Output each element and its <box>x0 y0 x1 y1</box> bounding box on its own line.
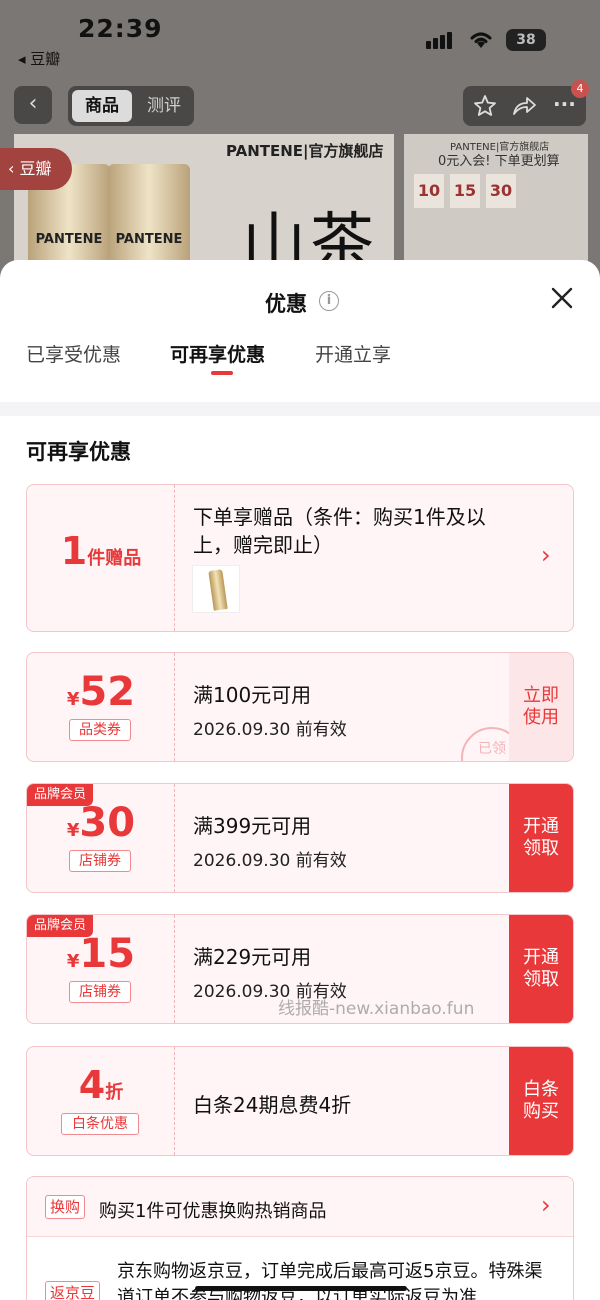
activate-claim-button[interactable]: 开通领取 <box>509 915 573 1023</box>
thumb-subtitle: 0元入会! 下单更划算 <box>438 154 560 169</box>
activate-claim-label: 开通领取 <box>523 947 559 990</box>
tab-review[interactable]: 测评 <box>140 90 188 122</box>
star-icon[interactable] <box>473 94 497 118</box>
currency-symbol: ¥ <box>66 820 80 841</box>
gift-unit: 件赠品 <box>87 548 142 569</box>
gift-amount: 1件赠品 <box>27 529 175 573</box>
section-divider <box>0 402 600 416</box>
baitiao-condition: 白条24期息费4折 <box>193 1093 352 1117</box>
coupon-value: 30 <box>79 800 136 846</box>
currency-symbol: ¥ <box>66 689 80 710</box>
exchange-text: 购买1件可优惠换购热销商品 <box>99 1201 327 1222</box>
gift-count: 1 <box>60 529 88 573</box>
discount-sheet: 优惠 i 已享受优惠 可再享优惠 开通立享 可再享优惠 1件赠品 下单享赠品（条… <box>0 260 600 1300</box>
activate-claim-button[interactable]: 开通领取 <box>509 784 573 892</box>
baitiao-buy-button[interactable]: 白条购买 <box>509 1047 573 1155</box>
more-icon[interactable]: ··· <box>553 92 576 116</box>
coupon-condition: 满399元可用 <box>193 814 312 838</box>
product-segment-control: 商品 测评 <box>68 86 194 126</box>
promo-list-card: 换购 购买1件可优惠换购热销商品 › 返京豆 京东购物返京豆，订单完成后最高可返… <box>26 1176 574 1300</box>
gift-product-image[interactable] <box>192 565 240 613</box>
coupon-condition: 满229元可用 <box>193 945 312 969</box>
thumb-value: 15 <box>450 174 480 208</box>
exchange-promo-row[interactable]: 换购 购买1件可优惠换购热销商品 › <box>27 1177 573 1237</box>
chevron-right-icon[interactable]: › <box>541 541 551 569</box>
status-time: 22:39 <box>78 14 163 43</box>
sheet-title: 优惠 <box>265 292 307 316</box>
share-icon[interactable] <box>511 94 537 118</box>
info-icon[interactable]: i <box>319 291 339 311</box>
coupon-type-tag: 店铺券 <box>69 981 131 1003</box>
coupon-condition: 满100元可用 <box>193 683 312 707</box>
tube-label: PANTENE <box>35 232 103 247</box>
currency-symbol: ¥ <box>66 951 80 972</box>
back-to-app-link[interactable]: ◂ 豆瓣 <box>18 48 60 69</box>
nav-back-button[interactable]: ‹ <box>14 86 52 124</box>
exchange-tag: 换购 <box>45 1195 86 1219</box>
activate-claim-label: 开通领取 <box>523 816 559 859</box>
coupon-card-30[interactable]: 品牌会员 ¥30 店铺券 满399元可用 2026.09.30 前有效 开通领取 <box>26 783 574 893</box>
coupon-expiry: 2026.09.30 前有效 <box>193 851 347 871</box>
close-icon[interactable] <box>548 284 576 312</box>
discount-value: 4 <box>78 1063 106 1107</box>
chevron-right-icon[interactable]: › <box>541 1191 551 1219</box>
baitiao-type-tag: 白条优惠 <box>61 1113 139 1135</box>
notification-badge: 4 <box>571 80 589 98</box>
wifi-icon <box>470 32 492 48</box>
use-now-label: 立即使用 <box>523 685 559 728</box>
active-tab-indicator <box>211 371 233 375</box>
tab-available[interactable]: 可再享优惠 <box>170 340 265 367</box>
tube-label: PANTENE <box>115 232 183 247</box>
gift-description: 下单享赠品（条件：购买1件及以上，赠完即止） <box>193 505 486 557</box>
coupon-value: 52 <box>79 669 136 715</box>
gift-offer-card[interactable]: 1件赠品 下单享赠品（条件：购买1件及以上，赠完即止） › <box>26 484 574 632</box>
status-bar: 22:39 ◂ 豆瓣 38 <box>0 0 600 80</box>
product-page-background: 22:39 ◂ 豆瓣 38 ‹ 商品 测评 ··· 4 PANTENE|官方旗舰… <box>0 0 600 300</box>
coupon-type-tag: 店铺券 <box>69 850 131 872</box>
jingdou-tag: 返京豆 <box>45 1281 101 1300</box>
baitiao-buy-label: 白条购买 <box>523 1079 559 1122</box>
coupon-amount: ¥30 <box>27 800 175 846</box>
jingdou-text: 京东购物返京豆，订单完成后最高可返5京豆。特殊渠道订单不参与购物返豆，以订单实际… <box>117 1261 543 1300</box>
home-indicator[interactable] <box>195 1286 407 1291</box>
douban-back-pill[interactable]: ‹ 豆瓣 <box>0 148 72 190</box>
signal-icon <box>426 32 452 49</box>
thumb-value: 30 <box>486 174 516 208</box>
coupon-value: 15 <box>79 931 136 977</box>
use-now-button[interactable]: 立即使用 <box>509 653 573 761</box>
nav-tools: ··· <box>463 86 586 126</box>
discount-unit: 折 <box>105 1082 124 1103</box>
tab-activate[interactable]: 开通立享 <box>315 340 391 367</box>
battery-icon: 38 <box>506 29 546 51</box>
coupon-amount: ¥52 <box>27 669 175 715</box>
banner-store-name: PANTENE|官方旗舰店 <box>226 142 384 160</box>
coupon-type-tag: 品类券 <box>69 719 131 741</box>
coupon-expiry: 2026.09.30 前有效 <box>193 720 347 740</box>
thumb-coupon-values: 10 15 30 <box>414 174 516 208</box>
tab-enjoyed[interactable]: 已享受优惠 <box>26 340 121 367</box>
coupon-card-52[interactable]: ¥52 品类券 满100元可用 2026.09.30 前有效 已领 立即使用 <box>26 652 574 762</box>
baitiao-amount: 4折 <box>27 1063 175 1107</box>
thumb-value: 10 <box>414 174 444 208</box>
coupon-amount: ¥15 <box>27 931 175 977</box>
baitiao-offer-card[interactable]: 4折 白条优惠 白条24期息费4折 白条购买 <box>26 1046 574 1156</box>
discount-tabs: 已享受优惠 可再享优惠 开通立享 <box>0 340 600 390</box>
tab-product[interactable]: 商品 <box>72 90 132 122</box>
watermark-text: 线报酷-new.xianbao.fun <box>278 999 475 1019</box>
product-nav: ‹ 商品 测评 ··· 4 <box>0 80 600 128</box>
section-title: 可再享优惠 <box>26 440 131 464</box>
